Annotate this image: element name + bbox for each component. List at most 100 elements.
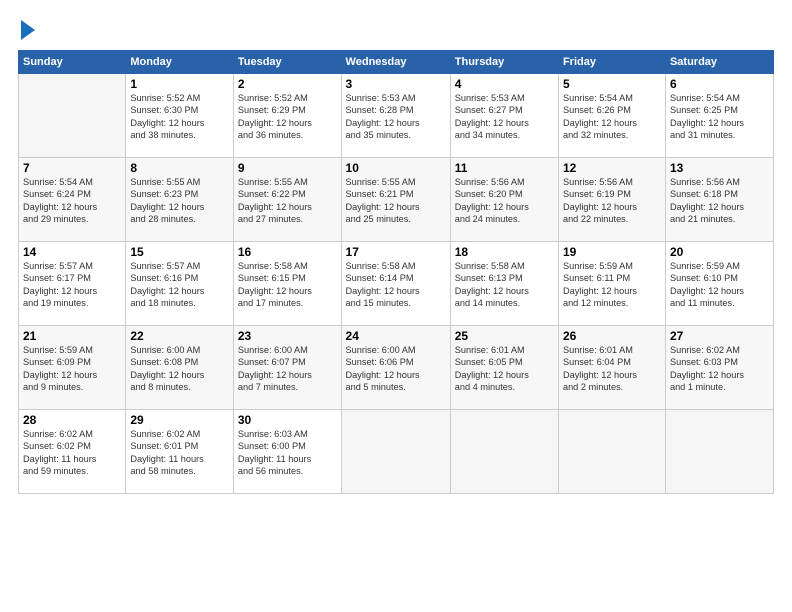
calendar-cell: 16Sunrise: 5:58 AM Sunset: 6:15 PM Dayli… bbox=[233, 242, 341, 326]
day-info: Sunrise: 5:56 AM Sunset: 6:19 PM Dayligh… bbox=[563, 176, 661, 226]
day-info: Sunrise: 5:55 AM Sunset: 6:23 PM Dayligh… bbox=[130, 176, 229, 226]
calendar-cell: 25Sunrise: 6:01 AM Sunset: 6:05 PM Dayli… bbox=[450, 326, 558, 410]
calendar-cell: 18Sunrise: 5:58 AM Sunset: 6:13 PM Dayli… bbox=[450, 242, 558, 326]
day-number: 4 bbox=[455, 77, 554, 91]
day-info: Sunrise: 5:55 AM Sunset: 6:22 PM Dayligh… bbox=[238, 176, 337, 226]
calendar-cell: 26Sunrise: 6:01 AM Sunset: 6:04 PM Dayli… bbox=[558, 326, 665, 410]
week-row-3: 14Sunrise: 5:57 AM Sunset: 6:17 PM Dayli… bbox=[19, 242, 774, 326]
day-number: 17 bbox=[346, 245, 446, 259]
calendar-cell: 10Sunrise: 5:55 AM Sunset: 6:21 PM Dayli… bbox=[341, 158, 450, 242]
day-info: Sunrise: 5:52 AM Sunset: 6:29 PM Dayligh… bbox=[238, 92, 337, 142]
calendar-cell: 22Sunrise: 6:00 AM Sunset: 6:08 PM Dayli… bbox=[126, 326, 234, 410]
day-number: 19 bbox=[563, 245, 661, 259]
day-number: 10 bbox=[346, 161, 446, 175]
day-number: 24 bbox=[346, 329, 446, 343]
day-number: 18 bbox=[455, 245, 554, 259]
calendar-cell: 30Sunrise: 6:03 AM Sunset: 6:00 PM Dayli… bbox=[233, 410, 341, 494]
day-number: 13 bbox=[670, 161, 769, 175]
calendar-cell bbox=[341, 410, 450, 494]
calendar-cell: 8Sunrise: 5:55 AM Sunset: 6:23 PM Daylig… bbox=[126, 158, 234, 242]
day-number: 6 bbox=[670, 77, 769, 91]
day-info: Sunrise: 5:57 AM Sunset: 6:17 PM Dayligh… bbox=[23, 260, 121, 310]
calendar-cell: 5Sunrise: 5:54 AM Sunset: 6:26 PM Daylig… bbox=[558, 74, 665, 158]
col-header-wednesday: Wednesday bbox=[341, 51, 450, 74]
calendar-cell: 23Sunrise: 6:00 AM Sunset: 6:07 PM Dayli… bbox=[233, 326, 341, 410]
day-number: 21 bbox=[23, 329, 121, 343]
day-info: Sunrise: 5:53 AM Sunset: 6:27 PM Dayligh… bbox=[455, 92, 554, 142]
calendar-cell: 6Sunrise: 5:54 AM Sunset: 6:25 PM Daylig… bbox=[665, 74, 773, 158]
day-info: Sunrise: 6:00 AM Sunset: 6:08 PM Dayligh… bbox=[130, 344, 229, 394]
calendar-cell: 13Sunrise: 5:56 AM Sunset: 6:18 PM Dayli… bbox=[665, 158, 773, 242]
day-info: Sunrise: 5:56 AM Sunset: 6:20 PM Dayligh… bbox=[455, 176, 554, 226]
calendar-cell: 15Sunrise: 5:57 AM Sunset: 6:16 PM Dayli… bbox=[126, 242, 234, 326]
day-info: Sunrise: 5:58 AM Sunset: 6:14 PM Dayligh… bbox=[346, 260, 446, 310]
day-number: 12 bbox=[563, 161, 661, 175]
day-number: 15 bbox=[130, 245, 229, 259]
calendar-cell bbox=[450, 410, 558, 494]
day-info: Sunrise: 5:59 AM Sunset: 6:09 PM Dayligh… bbox=[23, 344, 121, 394]
col-header-sunday: Sunday bbox=[19, 51, 126, 74]
week-row-5: 28Sunrise: 6:02 AM Sunset: 6:02 PM Dayli… bbox=[19, 410, 774, 494]
day-number: 26 bbox=[563, 329, 661, 343]
day-number: 25 bbox=[455, 329, 554, 343]
page: SundayMondayTuesdayWednesdayThursdayFrid… bbox=[0, 0, 792, 612]
day-number: 16 bbox=[238, 245, 337, 259]
col-header-tuesday: Tuesday bbox=[233, 51, 341, 74]
day-number: 2 bbox=[238, 77, 337, 91]
calendar-cell: 9Sunrise: 5:55 AM Sunset: 6:22 PM Daylig… bbox=[233, 158, 341, 242]
day-info: Sunrise: 5:53 AM Sunset: 6:28 PM Dayligh… bbox=[346, 92, 446, 142]
calendar-cell: 11Sunrise: 5:56 AM Sunset: 6:20 PM Dayli… bbox=[450, 158, 558, 242]
day-number: 14 bbox=[23, 245, 121, 259]
day-number: 29 bbox=[130, 413, 229, 427]
day-number: 22 bbox=[130, 329, 229, 343]
col-header-monday: Monday bbox=[126, 51, 234, 74]
logo-arrow-icon bbox=[21, 20, 35, 40]
calendar-cell: 21Sunrise: 5:59 AM Sunset: 6:09 PM Dayli… bbox=[19, 326, 126, 410]
day-info: Sunrise: 5:56 AM Sunset: 6:18 PM Dayligh… bbox=[670, 176, 769, 226]
calendar-cell: 2Sunrise: 5:52 AM Sunset: 6:29 PM Daylig… bbox=[233, 74, 341, 158]
calendar-table: SundayMondayTuesdayWednesdayThursdayFrid… bbox=[18, 50, 774, 494]
header bbox=[18, 18, 774, 40]
day-info: Sunrise: 6:00 AM Sunset: 6:06 PM Dayligh… bbox=[346, 344, 446, 394]
day-info: Sunrise: 5:58 AM Sunset: 6:13 PM Dayligh… bbox=[455, 260, 554, 310]
day-info: Sunrise: 5:54 AM Sunset: 6:26 PM Dayligh… bbox=[563, 92, 661, 142]
day-info: Sunrise: 6:03 AM Sunset: 6:00 PM Dayligh… bbox=[238, 428, 337, 478]
day-number: 5 bbox=[563, 77, 661, 91]
day-info: Sunrise: 5:55 AM Sunset: 6:21 PM Dayligh… bbox=[346, 176, 446, 226]
calendar-cell: 19Sunrise: 5:59 AM Sunset: 6:11 PM Dayli… bbox=[558, 242, 665, 326]
day-number: 3 bbox=[346, 77, 446, 91]
calendar-cell: 1Sunrise: 5:52 AM Sunset: 6:30 PM Daylig… bbox=[126, 74, 234, 158]
day-number: 8 bbox=[130, 161, 229, 175]
calendar-cell: 4Sunrise: 5:53 AM Sunset: 6:27 PM Daylig… bbox=[450, 74, 558, 158]
day-number: 27 bbox=[670, 329, 769, 343]
day-info: Sunrise: 6:00 AM Sunset: 6:07 PM Dayligh… bbox=[238, 344, 337, 394]
calendar-cell: 14Sunrise: 5:57 AM Sunset: 6:17 PM Dayli… bbox=[19, 242, 126, 326]
week-row-4: 21Sunrise: 5:59 AM Sunset: 6:09 PM Dayli… bbox=[19, 326, 774, 410]
day-number: 23 bbox=[238, 329, 337, 343]
calendar-cell: 17Sunrise: 5:58 AM Sunset: 6:14 PM Dayli… bbox=[341, 242, 450, 326]
day-info: Sunrise: 5:59 AM Sunset: 6:10 PM Dayligh… bbox=[670, 260, 769, 310]
day-info: Sunrise: 5:58 AM Sunset: 6:15 PM Dayligh… bbox=[238, 260, 337, 310]
day-number: 30 bbox=[238, 413, 337, 427]
day-number: 28 bbox=[23, 413, 121, 427]
day-number: 1 bbox=[130, 77, 229, 91]
day-info: Sunrise: 6:02 AM Sunset: 6:01 PM Dayligh… bbox=[130, 428, 229, 478]
day-number: 20 bbox=[670, 245, 769, 259]
col-header-friday: Friday bbox=[558, 51, 665, 74]
day-number: 7 bbox=[23, 161, 121, 175]
calendar-cell: 3Sunrise: 5:53 AM Sunset: 6:28 PM Daylig… bbox=[341, 74, 450, 158]
day-info: Sunrise: 5:57 AM Sunset: 6:16 PM Dayligh… bbox=[130, 260, 229, 310]
col-header-saturday: Saturday bbox=[665, 51, 773, 74]
week-row-1: 1Sunrise: 5:52 AM Sunset: 6:30 PM Daylig… bbox=[19, 74, 774, 158]
day-info: Sunrise: 6:02 AM Sunset: 6:02 PM Dayligh… bbox=[23, 428, 121, 478]
col-header-thursday: Thursday bbox=[450, 51, 558, 74]
day-info: Sunrise: 6:01 AM Sunset: 6:05 PM Dayligh… bbox=[455, 344, 554, 394]
day-number: 11 bbox=[455, 161, 554, 175]
calendar-cell: 20Sunrise: 5:59 AM Sunset: 6:10 PM Dayli… bbox=[665, 242, 773, 326]
day-info: Sunrise: 6:01 AM Sunset: 6:04 PM Dayligh… bbox=[563, 344, 661, 394]
calendar-cell: 12Sunrise: 5:56 AM Sunset: 6:19 PM Dayli… bbox=[558, 158, 665, 242]
calendar-cell: 27Sunrise: 6:02 AM Sunset: 6:03 PM Dayli… bbox=[665, 326, 773, 410]
calendar-cell bbox=[665, 410, 773, 494]
logo bbox=[18, 18, 35, 40]
week-row-2: 7Sunrise: 5:54 AM Sunset: 6:24 PM Daylig… bbox=[19, 158, 774, 242]
